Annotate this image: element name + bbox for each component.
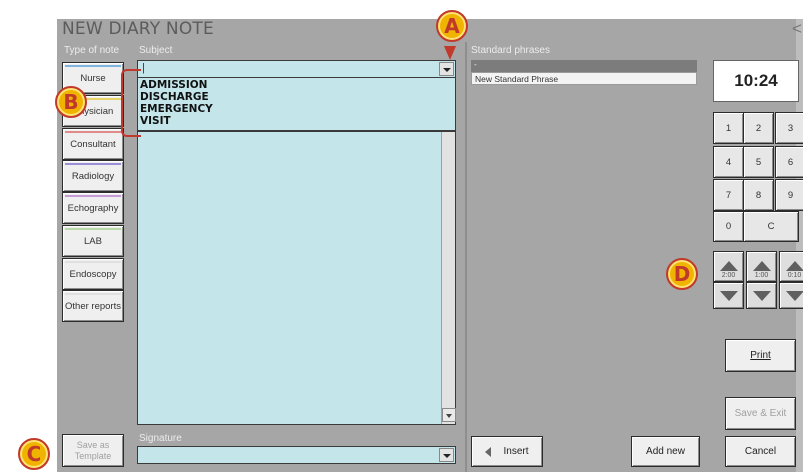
print-label: Print xyxy=(750,350,771,361)
type-color-stripe xyxy=(65,261,121,263)
keypad-key-0[interactable]: 0 xyxy=(713,211,744,242)
print-button[interactable]: Print xyxy=(725,339,796,372)
type-color-stripe xyxy=(65,65,121,67)
keypad-key-9[interactable]: 9 xyxy=(775,179,803,211)
stepper-amount-label: 0:10 xyxy=(787,272,802,279)
type-color-stripe xyxy=(65,293,121,295)
decrease-0-10-button[interactable] xyxy=(779,282,803,309)
save-and-exit-button[interactable]: Save & Exit xyxy=(725,397,796,430)
subject-dropdown-list: ADMISSION DISCHARGE EMERGENCY VISIT xyxy=(137,78,456,131)
signature-combobox[interactable] xyxy=(137,446,456,464)
decrease-1-00-button[interactable] xyxy=(746,282,777,309)
subject-label: Subject xyxy=(139,45,173,56)
type-of-note-radiology-button[interactable]: Radiology xyxy=(62,160,124,192)
subject-option[interactable]: EMERGENCY xyxy=(140,103,453,115)
insert-label: Insert xyxy=(503,446,529,457)
close-glyph[interactable]: < xyxy=(792,19,802,39)
add-new-button[interactable]: Add new xyxy=(631,436,700,467)
type-color-stripe xyxy=(65,131,121,133)
type-of-note-label-text: Other reports xyxy=(65,300,121,312)
decrease-2-00-button[interactable] xyxy=(713,282,744,309)
note-scrollbar[interactable] xyxy=(441,132,456,424)
callout-b-marker: B xyxy=(55,86,87,118)
save-and-exit-label: Save & Exit xyxy=(734,408,787,419)
subject-option[interactable]: ADMISSION xyxy=(140,79,453,91)
type-of-note-label: Type of note xyxy=(64,45,120,56)
type-color-stripe xyxy=(65,195,121,197)
stepper-amount-label: 2:00 xyxy=(721,272,736,279)
callout-d-marker: D xyxy=(666,258,698,290)
type-of-note-other-reports-button[interactable]: Other reports xyxy=(62,290,124,322)
chevron-down-icon xyxy=(446,414,452,418)
increase-0-10-button[interactable]: 0:10 xyxy=(779,251,803,282)
standard-phrase-item[interactable]: New Standard Phrase xyxy=(471,72,697,85)
standard-phrases-label: Standard phrases xyxy=(471,45,550,56)
cancel-label: Cancel xyxy=(744,446,777,457)
increase-1-00-button[interactable]: 1:00 xyxy=(746,251,777,282)
type-color-stripe xyxy=(65,163,121,165)
arrow-down-icon xyxy=(719,291,738,301)
type-of-note-consultant-button[interactable]: Consultant xyxy=(62,128,124,160)
cancel-button[interactable]: Cancel xyxy=(725,436,796,467)
arrow-left-icon xyxy=(485,446,492,457)
keypad-key-1[interactable]: 1 xyxy=(713,112,744,144)
standard-phrases-panel xyxy=(465,42,706,472)
keypad-key-8[interactable]: 8 xyxy=(743,179,774,211)
type-of-note-label-text: Nurse xyxy=(80,72,106,84)
keypad-key-6[interactable]: 6 xyxy=(775,146,803,178)
subject-dropdown-button[interactable] xyxy=(439,62,454,76)
type-of-note-label-text: LAB xyxy=(84,235,102,247)
type-of-note-endoscopy-button[interactable]: Endoscopy xyxy=(62,258,124,290)
arrow-down-icon xyxy=(785,291,803,301)
arrow-up-icon xyxy=(752,261,771,271)
arrow-down-icon xyxy=(752,291,771,301)
signature-label: Signature xyxy=(139,433,182,444)
keypad-key-2[interactable]: 2 xyxy=(743,112,774,144)
type-of-note-label-text: Radiology xyxy=(71,170,115,182)
subject-combobox[interactable]: | xyxy=(137,60,456,78)
note-text-area[interactable] xyxy=(137,131,456,425)
scroll-down-button[interactable] xyxy=(442,408,456,422)
window-title: NEW DIARY NOTE xyxy=(62,19,214,39)
arrow-up-icon xyxy=(719,261,738,271)
callout-b-bracket xyxy=(121,69,141,137)
type-of-note-echography-button[interactable]: Echography xyxy=(62,192,124,224)
keypad-key-4[interactable]: 4 xyxy=(713,146,744,178)
callout-a-pointer xyxy=(444,46,456,60)
subject-input[interactable]: | xyxy=(142,62,145,74)
signature-dropdown-button[interactable] xyxy=(439,448,454,462)
chevron-down-icon xyxy=(443,68,451,72)
chevron-down-icon xyxy=(443,454,451,458)
type-color-stripe xyxy=(65,228,121,230)
standard-phrase-item[interactable]: - xyxy=(471,60,697,72)
arrow-up-icon xyxy=(785,261,803,271)
subject-option[interactable]: DISCHARGE xyxy=(140,91,453,103)
type-of-note-label-text: Endoscopy xyxy=(69,268,117,280)
keypad-key-3[interactable]: 3 xyxy=(775,112,803,144)
increase-2-00-button[interactable]: 2:00 xyxy=(713,251,744,282)
save-as-template-button[interactable]: Save as Template xyxy=(62,434,124,467)
callout-c-marker: C xyxy=(18,438,50,470)
type-of-note-label-text: Echography xyxy=(67,202,119,214)
callout-a-marker: A xyxy=(436,10,468,42)
type-of-note-lab-button[interactable]: LAB xyxy=(62,225,124,257)
keypad-key-clear[interactable]: C xyxy=(743,211,799,242)
keypad-key-7[interactable]: 7 xyxy=(713,179,744,211)
type-of-note-label-text: Consultant xyxy=(70,138,116,150)
clock-display: 10:24 xyxy=(713,60,799,102)
stepper-amount-label: 1:00 xyxy=(754,272,769,279)
insert-button[interactable]: Insert xyxy=(471,436,543,467)
subject-option[interactable]: VISIT xyxy=(140,115,453,127)
keypad-key-5[interactable]: 5 xyxy=(743,146,774,178)
